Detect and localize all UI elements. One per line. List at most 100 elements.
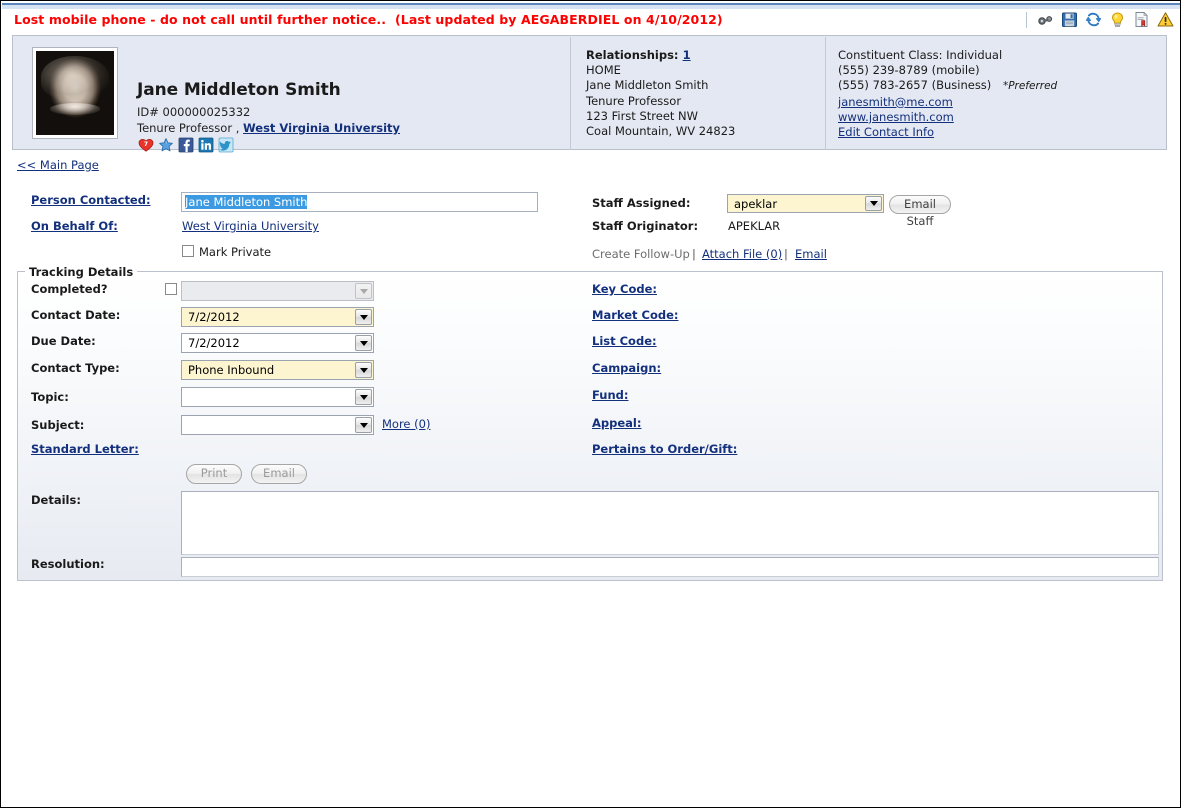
alert-message-text: Lost mobile phone - do not call until fu… — [14, 12, 387, 27]
chevron-down-icon[interactable] — [355, 362, 372, 378]
staff-assigned-dropdown[interactable]: apeklar — [727, 194, 884, 213]
staff-originator-value: APEKLAR — [728, 219, 781, 233]
star-icon[interactable] — [158, 137, 174, 153]
contact-type-label: Contact Type: — [31, 361, 120, 375]
window-title-bar — [2, 2, 1180, 9]
alert-bar: Lost mobile phone - do not call until fu… — [2, 9, 1180, 33]
main-page-link[interactable]: << Main Page — [17, 158, 99, 172]
preferred-note: *Preferred — [1002, 80, 1058, 93]
phone-mobile: (555) 239-8789 (mobile) — [838, 63, 980, 78]
email-staff-button[interactable]: Email Staff — [889, 195, 951, 228]
mark-private-checkbox[interactable] — [182, 245, 194, 257]
header-divider-1 — [570, 37, 571, 150]
appeal-link[interactable]: Appeal: — [592, 416, 641, 430]
email-action-link[interactable]: Email — [795, 247, 827, 261]
attach-file-link[interactable]: Attach File (0) — [702, 247, 782, 261]
relationship-line: Coal Mountain, WV 24823 — [586, 124, 736, 139]
edit-contact-info-link[interactable]: Edit Contact Info — [838, 125, 934, 139]
person-contacted-label[interactable]: Person Contacted: — [31, 193, 151, 207]
lightbulb-icon[interactable] — [1109, 11, 1126, 28]
phone-business-row: (555) 783-2657 (Business) *Preferred — [838, 78, 1057, 94]
campaign-link[interactable]: Campaign: — [592, 361, 661, 375]
more-link[interactable]: More (0) — [382, 417, 430, 431]
resolution-input[interactable] — [181, 557, 1159, 577]
svg-text:7: 7 — [144, 141, 148, 148]
document-icon[interactable] — [1133, 11, 1150, 28]
create-follow-up-link[interactable]: Create Follow-Up — [592, 247, 690, 261]
staff-originator-label: Staff Originator: — [592, 219, 699, 233]
completed-label: Completed? — [31, 282, 108, 296]
contact-info-block: Constituent Class: Individual (555) 239-… — [838, 48, 1057, 140]
website-link[interactable]: www.janesmith.com — [838, 110, 954, 124]
linkedin-icon[interactable] — [198, 137, 214, 153]
contact-date-dropdown[interactable]: 7/2/2012 — [181, 307, 374, 327]
standard-letter-label[interactable]: Standard Letter: — [31, 442, 139, 456]
due-date-label: Due Date: — [31, 334, 96, 348]
constituent-organization-link[interactable]: West Virginia University — [243, 121, 400, 135]
list-code-link[interactable]: List Code: — [592, 334, 657, 348]
relationships-header: Relationships: 1 — [586, 48, 735, 63]
completed-dropdown — [181, 281, 374, 301]
staff-assigned-value: apeklar — [734, 197, 778, 211]
subject-label: Subject: — [31, 418, 85, 432]
separator-pipe: | — [692, 247, 696, 261]
refresh-icon[interactable] — [1085, 11, 1102, 28]
market-code-link[interactable]: Market Code: — [592, 308, 679, 322]
avatar — [36, 51, 114, 135]
tracking-details-legend: Tracking Details — [25, 265, 138, 279]
constituent-title-line: Tenure Professor , West Virginia Univers… — [137, 121, 400, 135]
constituent-id: ID# 000000025332 — [137, 105, 251, 119]
alert-message: Lost mobile phone - do not call until fu… — [14, 12, 723, 27]
twitter-icon[interactable] — [218, 137, 234, 153]
resolution-label: Resolution: — [31, 557, 105, 571]
constituent-name: Jane Middleton Smith — [137, 80, 341, 100]
key-code-link[interactable]: Key Code: — [592, 282, 657, 296]
constituent-job-title: Tenure Professor , — [137, 121, 240, 135]
details-label: Details: — [31, 493, 81, 507]
constituent-class: Constituent Class: Individual — [838, 48, 1003, 62]
subject-dropdown[interactable] — [181, 415, 374, 435]
application-window: Lost mobile phone - do not call until fu… — [0, 0, 1181, 808]
chevron-down-icon[interactable] — [355, 309, 372, 325]
phone-business: (555) 783-2657 (Business) — [838, 78, 992, 93]
heart-badge-icon[interactable]: 7 — [138, 137, 154, 153]
alert-updated-text: (Last updated by AEGABERDIEL on 4/10/201… — [394, 12, 723, 27]
email-link[interactable]: janesmith@me.com — [838, 95, 953, 109]
fund-link[interactable]: Fund: — [592, 388, 629, 402]
relationships-count-link[interactable]: 1 — [683, 48, 691, 62]
details-textarea[interactable] — [181, 491, 1159, 555]
on-behalf-of-value-link[interactable]: West Virginia University — [182, 219, 319, 233]
print-button[interactable]: Print — [186, 464, 242, 484]
chevron-down-icon[interactable] — [355, 389, 372, 405]
contact-date-label: Contact Date: — [31, 308, 121, 322]
warning-icon[interactable] — [1157, 11, 1174, 28]
mark-private-label: Mark Private — [199, 245, 272, 259]
binoculars-icon[interactable] — [1037, 11, 1054, 28]
social-icon-row: 7 — [138, 137, 234, 153]
constituent-photo — [32, 47, 118, 139]
chevron-down-icon — [355, 283, 372, 299]
staff-assigned-label: Staff Assigned: — [592, 196, 691, 210]
relationship-line: HOME — [586, 63, 621, 78]
contact-date-value: 7/2/2012 — [188, 310, 240, 324]
chevron-down-icon[interactable] — [865, 196, 882, 211]
facebook-icon[interactable] — [178, 137, 194, 153]
relationship-line: 123 First Street NW — [586, 108, 699, 123]
topic-dropdown[interactable] — [181, 387, 374, 407]
email-button[interactable]: Email — [251, 464, 307, 484]
due-date-dropdown[interactable]: 7/2/2012 — [181, 333, 374, 353]
topic-label: Topic: — [31, 390, 69, 404]
on-behalf-of-label[interactable]: On Behalf Of: — [31, 219, 118, 233]
save-icon[interactable] — [1061, 11, 1078, 28]
contact-type-dropdown[interactable]: Phone Inbound — [181, 360, 374, 380]
constituent-header-panel: Jane Middleton Smith ID# 000000025332 Te… — [12, 35, 1167, 153]
chevron-down-icon[interactable] — [355, 417, 372, 433]
pertains-to-order-gift-link[interactable]: Pertains to Order/Gift: — [592, 442, 737, 456]
separator-pipe: | — [784, 247, 788, 261]
relationship-line: Tenure Professor — [586, 93, 682, 108]
relationship-line: Jane Middleton Smith — [586, 78, 709, 93]
chevron-down-icon[interactable] — [355, 335, 372, 351]
person-contacted-value: Jane Middleton Smith — [185, 195, 308, 209]
person-contacted-input[interactable]: Jane Middleton Smith — [181, 192, 538, 212]
completed-checkbox[interactable] — [165, 283, 177, 295]
